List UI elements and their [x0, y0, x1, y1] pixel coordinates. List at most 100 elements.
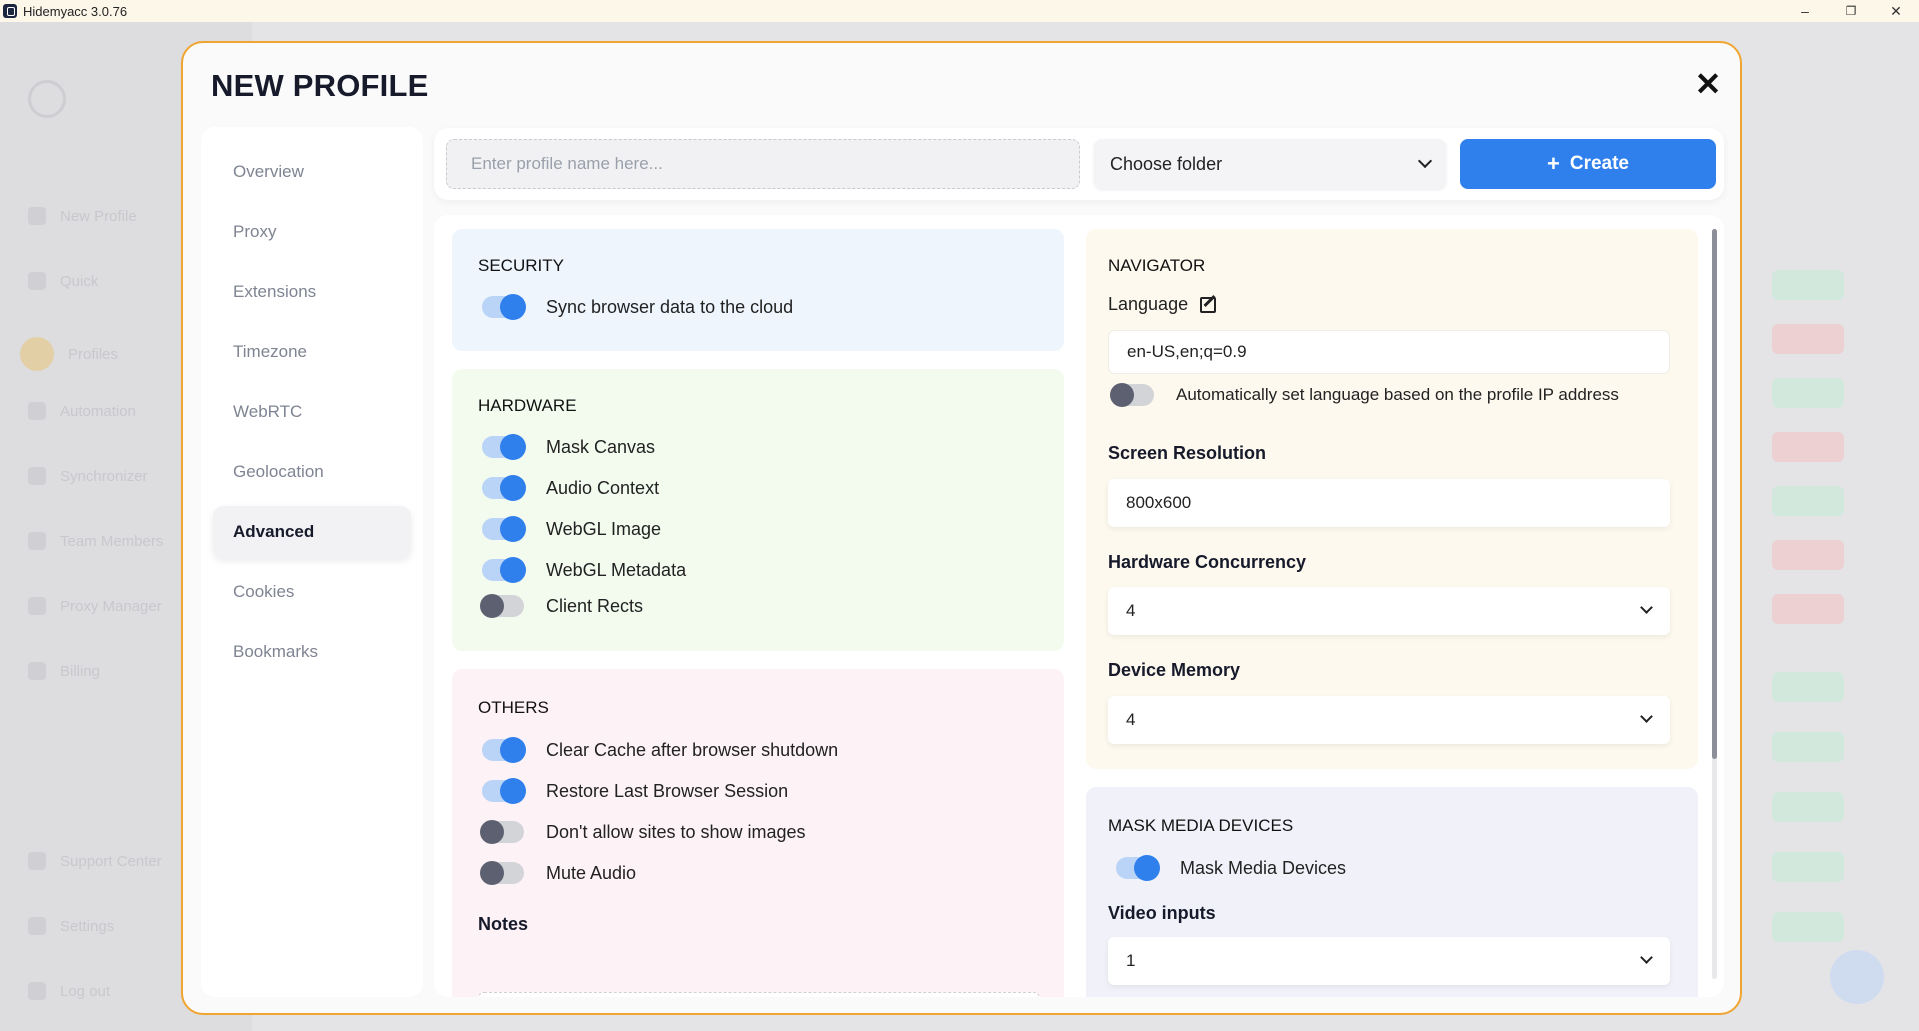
toggle-row: Clear Cache after browser shutdown — [482, 737, 838, 763]
bg-status-pill — [1772, 672, 1844, 702]
select-value: 1 — [1126, 951, 1136, 970]
new-profile-modal: NEW PROFILE ✕ Overview Proxy Extensions … — [181, 41, 1742, 1015]
content-scrollbar[interactable] — [1712, 229, 1717, 979]
toggle-row: Client Rects — [480, 594, 644, 618]
navigator-card: NAVIGATOR Language en-US,en;q=0.9 Automa… — [1086, 229, 1698, 769]
scrollbar-thumb[interactable] — [1712, 229, 1717, 759]
nav-item-proxy[interactable]: Proxy — [213, 206, 411, 258]
app-logo-icon — [3, 4, 17, 18]
auto-language-toggle[interactable] — [1110, 383, 1154, 407]
edit-icon[interactable] — [1200, 296, 1217, 313]
restore-session-toggle[interactable] — [482, 778, 526, 804]
bg-status-pill — [1772, 324, 1844, 354]
sync-cloud-toggle[interactable] — [482, 294, 526, 320]
security-card: SECURITY Sync browser data to the cloud — [452, 229, 1064, 351]
language-input[interactable]: en-US,en;q=0.9 — [1108, 330, 1670, 374]
chevron-down-icon — [1640, 710, 1653, 723]
bg-nav-item: Billing — [28, 662, 100, 680]
nav-item-overview[interactable]: Overview — [213, 146, 411, 198]
maximize-button[interactable]: ❐ — [1828, 0, 1874, 22]
nav-item-timezone[interactable]: Timezone — [213, 326, 411, 378]
mask-canvas-toggle[interactable] — [482, 434, 526, 460]
toggle-label: WebGL Metadata — [546, 559, 687, 580]
language-label-row: Language — [1108, 294, 1217, 315]
nav-item-webrtc[interactable]: WebRTC — [213, 386, 411, 438]
audio-context-toggle[interactable] — [482, 475, 526, 501]
others-card: OTHERS Clear Cache after browser shutdow… — [452, 669, 1064, 997]
toggle-row: Sync browser data to the cloud — [482, 294, 794, 320]
toggle-label: WebGL Image — [546, 518, 662, 539]
screen-resolution-input[interactable]: 800x600 — [1108, 479, 1670, 527]
plus-icon: + — [1546, 151, 1560, 176]
nav-item-geolocation[interactable]: Geolocation — [213, 446, 411, 498]
notes-label: Notes — [478, 914, 529, 934]
toggle-row: Automatically set language based on the … — [1110, 383, 1619, 407]
hardware-heading: HARDWARE — [478, 396, 577, 415]
select-value: 4 — [1126, 601, 1136, 620]
bg-status-pill — [1772, 912, 1844, 942]
navigator-heading: NAVIGATOR — [1108, 256, 1206, 275]
toggle-row: Mask Canvas — [482, 434, 656, 460]
minimize-button[interactable]: – — [1782, 0, 1828, 22]
toggle-label: Client Rects — [546, 595, 644, 616]
clear-cache-toggle[interactable] — [482, 737, 526, 763]
video-inputs-select[interactable]: 1 — [1108, 937, 1670, 985]
mute-audio-toggle[interactable] — [480, 861, 524, 885]
chevron-down-icon — [1640, 951, 1653, 964]
device-memory-select[interactable]: 4 — [1108, 696, 1670, 744]
bg-nav-item: Quick — [28, 272, 98, 290]
nav-item-bookmarks[interactable]: Bookmarks — [213, 626, 411, 678]
bg-nav-item: Team Members — [28, 532, 163, 550]
media-devices-card: MASK MEDIA DEVICES Mask Media Devices Vi… — [1086, 787, 1698, 997]
window-titlebar: Hidemyacc 3.0.76 – ❐ ✕ — [0, 0, 1919, 22]
hardware-concurrency-select[interactable]: 4 — [1108, 587, 1670, 635]
window-title: Hidemyacc 3.0.76 — [23, 3, 128, 19]
create-button-label: Create — [1569, 153, 1629, 174]
choose-folder-select[interactable]: Choose folder — [1094, 139, 1446, 189]
close-icon[interactable]: ✕ — [1689, 65, 1727, 103]
nav-item-extensions[interactable]: Extensions — [213, 266, 411, 318]
bg-status-pill — [1772, 486, 1844, 516]
bg-nav-item: Profiles — [20, 337, 118, 371]
create-button[interactable]: + Create — [1460, 139, 1716, 189]
toggle-label: Don't allow sites to show images — [546, 821, 806, 842]
toggle-row: Restore Last Browser Session — [482, 778, 788, 804]
client-rects-toggle[interactable] — [480, 594, 524, 618]
mask-media-toggle[interactable] — [1116, 855, 1160, 881]
security-heading: SECURITY — [478, 256, 564, 275]
select-value: 4 — [1126, 710, 1136, 729]
webgl-metadata-toggle[interactable] — [482, 557, 526, 583]
bg-status-pill — [1772, 732, 1844, 762]
toggle-label: Automatically set language based on the … — [1176, 385, 1619, 404]
window-close-button[interactable]: ✕ — [1873, 0, 1919, 22]
bg-status-pill — [1772, 594, 1844, 624]
bg-nav-item: Synchronizer — [28, 467, 148, 485]
toggle-label: Mask Canvas — [546, 436, 656, 457]
profile-settings-nav: Overview Proxy Extensions Timezone WebRT… — [201, 127, 423, 997]
bg-nav-item: Settings — [28, 917, 114, 935]
toggle-row: Don't allow sites to show images — [480, 820, 806, 844]
bg-status-pill — [1772, 792, 1844, 822]
toggle-label: Mask Media Devices — [1180, 857, 1347, 878]
others-heading: OTHERS — [478, 698, 549, 717]
block-images-toggle[interactable] — [480, 820, 524, 844]
profile-topbar: Choose folder + Create — [434, 128, 1724, 200]
profile-name-input[interactable] — [446, 139, 1080, 189]
webgl-image-toggle[interactable] — [482, 516, 526, 542]
bg-status-pill — [1772, 432, 1844, 462]
chat-bubble-icon — [1830, 950, 1884, 1004]
notes-input[interactable] — [478, 992, 1040, 997]
advanced-settings-panel: SECURITY Sync browser data to the cloud … — [434, 215, 1724, 997]
user-avatar-icon — [28, 80, 66, 118]
folder-select-label: Choose folder — [1110, 153, 1223, 174]
bg-status-pill — [1772, 540, 1844, 570]
bg-status-pill — [1772, 378, 1844, 408]
media-heading: MASK MEDIA DEVICES — [1108, 816, 1294, 835]
nav-item-advanced[interactable]: Advanced — [213, 506, 411, 558]
toggle-label: Mute Audio — [546, 862, 637, 883]
modal-title: NEW PROFILE — [211, 68, 429, 103]
hardware-card: HARDWARE Mask Canvas Audio Context WebGL… — [452, 369, 1064, 651]
toggle-label: Sync browser data to the cloud — [546, 296, 794, 317]
chevron-down-icon — [1417, 153, 1433, 169]
nav-item-cookies[interactable]: Cookies — [213, 566, 411, 618]
